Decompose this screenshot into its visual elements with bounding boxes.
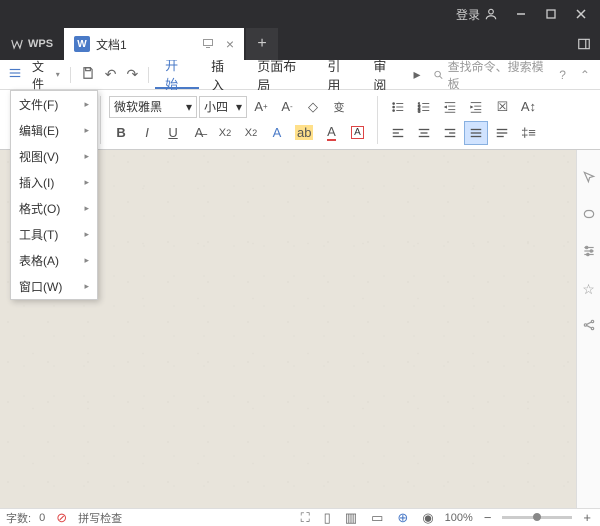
minimize-button[interactable]	[506, 0, 536, 28]
ribbon-tab-insert[interactable]: 插入	[201, 60, 245, 89]
clear-format-button[interactable]: ◇	[301, 95, 325, 119]
view-web-icon[interactable]: ⊕	[394, 510, 411, 526]
superscript-button[interactable]: X2	[213, 121, 237, 145]
font-color-button[interactable]: A	[319, 121, 343, 145]
zoom-slider[interactable]	[502, 516, 572, 519]
tab-close-icon[interactable]: ×	[226, 36, 234, 52]
italic-button[interactable]: I	[135, 121, 159, 145]
line-spacing-button[interactable]: ‡≡	[516, 121, 540, 145]
qat-save-icon[interactable]	[77, 66, 99, 83]
menu-item-file[interactable]: 文件(F)▸	[11, 91, 97, 117]
close-button[interactable]	[566, 0, 596, 28]
char-spacing-button[interactable]: ☒	[490, 95, 514, 119]
statusbar: 字数: 0 ⊘ 拼写检查 ⛶ ▯ ▥ ▭ ⊕ ◉ 100% − +	[0, 508, 600, 526]
login-button[interactable]: 登录	[448, 6, 506, 23]
qat-undo-icon[interactable]: ↶	[101, 66, 121, 83]
distribute-button[interactable]	[490, 121, 514, 145]
highlight-button[interactable]: ab	[291, 121, 317, 145]
subscript-button[interactable]: X2	[239, 121, 263, 145]
align-right-button[interactable]	[438, 121, 462, 145]
maximize-button[interactable]	[536, 0, 566, 28]
menu-item-insert[interactable]: 插入(I)▸	[11, 169, 97, 195]
fullscreen-icon[interactable]: ⛶	[298, 510, 313, 526]
indent-button[interactable]	[464, 95, 488, 119]
chevron-down-icon: ▾	[56, 70, 60, 79]
user-icon	[484, 7, 498, 21]
menubar: 文件▾ ↶ ↷ 开始 插入 页面布局 引用 审阅 ▸ 查找命令、搜索模板 ? ⌃	[0, 60, 600, 90]
align-left-button[interactable]	[386, 121, 410, 145]
hamburger-menu-icon[interactable]	[4, 66, 26, 83]
window-titlebar: 登录	[0, 0, 600, 28]
menu-item-view[interactable]: 视图(V)▸	[11, 143, 97, 169]
wordcount-label: 字数:	[6, 510, 31, 526]
phonetic-guide-button[interactable]: 变	[327, 95, 351, 119]
menu-item-format[interactable]: 格式(O)▸	[11, 195, 97, 221]
sidebar-toggle-icon[interactable]	[568, 28, 600, 60]
svg-text:3: 3	[418, 108, 421, 113]
align-center-button[interactable]	[412, 121, 436, 145]
menu-item-edit[interactable]: 编辑(E)▸	[11, 117, 97, 143]
ribbon-tab-reference[interactable]: 引用	[317, 60, 361, 89]
doc-tab-title: 文档1	[96, 36, 196, 53]
help-icon[interactable]: ?	[553, 68, 572, 82]
spellcheck-label[interactable]: 拼写检查	[78, 510, 122, 526]
search-icon	[433, 69, 444, 81]
underline-button[interactable]: U	[161, 121, 185, 145]
zoom-thumb[interactable]	[533, 513, 541, 521]
file-menu-button[interactable]: 文件▾	[28, 58, 64, 92]
grow-font-button[interactable]: A+	[249, 95, 273, 119]
ribbon-tab-layout[interactable]: 页面布局	[247, 60, 315, 89]
view-outline-icon[interactable]: ▥	[342, 510, 360, 526]
number-list-button[interactable]: 123	[412, 95, 436, 119]
side-rail: ☆	[576, 150, 600, 508]
align-justify-button[interactable]	[464, 121, 488, 145]
ribbon-more-icon[interactable]: ▸	[409, 66, 424, 83]
rail-share-icon[interactable]	[582, 318, 596, 335]
bold-button[interactable]: B	[109, 121, 133, 145]
char-border-button[interactable]: A	[345, 121, 369, 145]
doc-type-icon: W	[74, 36, 90, 52]
rail-cursor-icon[interactable]	[582, 170, 596, 187]
font-name-select[interactable]: 微软雅黑▾	[109, 96, 197, 118]
command-search[interactable]: 查找命令、搜索模板	[429, 58, 552, 92]
eye-icon[interactable]: ◉	[419, 510, 436, 526]
wordcount-value: 0	[39, 512, 45, 524]
spellcheck-icon[interactable]: ⊘	[53, 510, 70, 526]
ribbon-tab-review[interactable]: 审阅	[363, 60, 407, 89]
separator	[70, 67, 71, 83]
outdent-button[interactable]	[438, 95, 462, 119]
menu-item-table[interactable]: 表格(A)▸	[11, 247, 97, 273]
menu-item-window[interactable]: 窗口(W)▸	[11, 273, 97, 299]
view-read-icon[interactable]: ▭	[368, 510, 386, 526]
wps-logo-icon	[10, 37, 24, 51]
separator	[100, 96, 101, 144]
paragraph-more-button[interactable]: A↕	[516, 95, 540, 119]
menu-item-tools[interactable]: 工具(T)▸	[11, 221, 97, 247]
zoom-in-button[interactable]: +	[580, 510, 594, 525]
ribbon-tab-home[interactable]: 开始	[155, 60, 199, 89]
text-effects-button[interactable]: A	[265, 121, 289, 145]
view-page-icon[interactable]: ▯	[321, 510, 334, 526]
rail-star-icon[interactable]: ☆	[582, 281, 595, 298]
zoom-out-button[interactable]: −	[481, 510, 495, 525]
ribbon-collapse-icon[interactable]: ⌃	[574, 68, 596, 82]
zoom-value[interactable]: 100%	[445, 512, 473, 524]
rail-settings-icon[interactable]	[582, 244, 596, 261]
presentation-mode-icon[interactable]	[202, 37, 214, 52]
strikethrough-button[interactable]: A̶	[187, 121, 211, 145]
qat-redo-icon[interactable]: ↷	[122, 66, 142, 83]
font-size-select[interactable]: 小四▾	[199, 96, 247, 118]
rail-select-icon[interactable]	[582, 207, 596, 224]
separator	[377, 96, 378, 144]
shrink-font-button[interactable]: A-	[275, 95, 299, 119]
separator	[148, 67, 149, 83]
app-badge: WPS	[4, 28, 64, 60]
document-tab[interactable]: W 文档1 ×	[64, 28, 244, 60]
file-dropdown-menu: 文件(F)▸ 编辑(E)▸ 视图(V)▸ 插入(I)▸ 格式(O)▸ 工具(T)…	[10, 90, 98, 300]
bullet-list-button[interactable]	[386, 95, 410, 119]
